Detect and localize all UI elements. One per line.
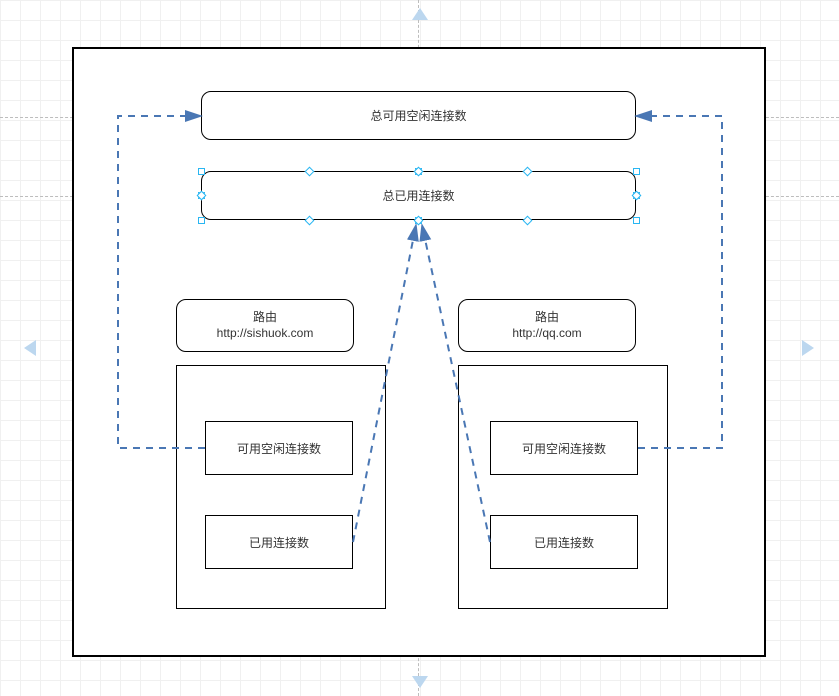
node-pool-2[interactable] xyxy=(458,365,668,609)
selection-handle-ne[interactable] xyxy=(633,168,640,175)
node-label-line1: 路由 xyxy=(535,310,559,326)
node-label: 总已用连接数 xyxy=(382,187,454,204)
extend-arrow-left[interactable] xyxy=(24,340,36,356)
node-route-2[interactable]: 路由 http://qq.com xyxy=(458,299,636,352)
node-idle-1[interactable]: 可用空闲连接数 xyxy=(205,421,353,475)
node-used-1[interactable]: 已用连接数 xyxy=(205,515,353,569)
node-label-line2: http://qq.com xyxy=(512,326,581,342)
node-label: 总可用空闲连接数 xyxy=(370,107,466,124)
node-label-line1: 路由 xyxy=(253,310,277,326)
node-label: 可用空闲连接数 xyxy=(522,440,606,457)
node-label: 可用空闲连接数 xyxy=(237,440,321,457)
selection-handle-sw[interactable] xyxy=(198,217,205,224)
node-idle-2[interactable]: 可用空闲连接数 xyxy=(490,421,638,475)
extend-arrow-right[interactable] xyxy=(802,340,814,356)
node-total-idle[interactable]: 总可用空闲连接数 xyxy=(201,91,636,140)
node-pool-1[interactable] xyxy=(176,365,386,609)
extend-arrow-down[interactable] xyxy=(412,676,428,688)
node-label: 已用连接数 xyxy=(249,534,309,551)
extend-arrow-up[interactable] xyxy=(412,8,428,20)
node-label: 已用连接数 xyxy=(534,534,594,551)
selection-handle-nw[interactable] xyxy=(198,168,205,175)
node-used-2[interactable]: 已用连接数 xyxy=(490,515,638,569)
node-route-1[interactable]: 路由 http://sishuok.com xyxy=(176,299,354,352)
selection-handle-se[interactable] xyxy=(633,217,640,224)
diagram-canvas[interactable]: 总可用空闲连接数 总已用连接数 路由 http://sishuok.com 路由… xyxy=(0,0,839,696)
node-label-line2: http://sishuok.com xyxy=(217,326,314,342)
node-total-used[interactable]: 总已用连接数 xyxy=(201,171,636,220)
